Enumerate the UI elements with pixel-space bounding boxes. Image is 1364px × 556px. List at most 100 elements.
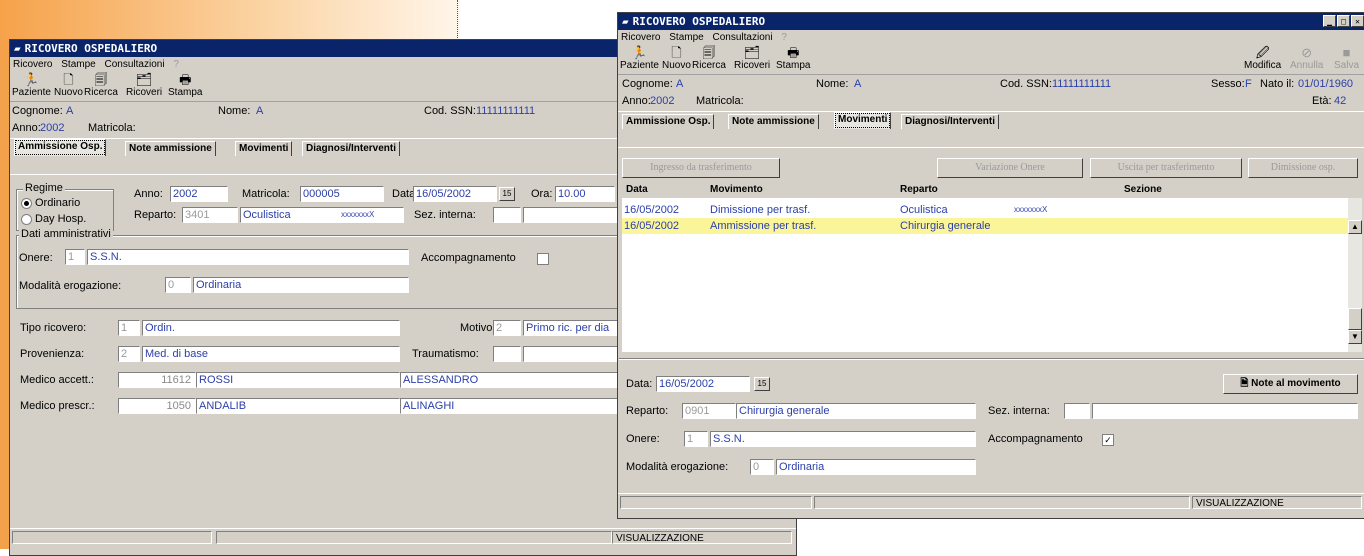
tab-movimenti[interactable]: Movimenti [235, 141, 293, 156]
anno-field[interactable]: 2002 [170, 186, 228, 202]
table-row[interactable]: 16/05/2002 Dimissione per trasf. Oculist… [622, 202, 1348, 218]
data-field[interactable]: 16/05/2002 [413, 186, 497, 202]
calendar-icon[interactable]: 15 [754, 377, 770, 391]
menu-help[interactable]: ? [781, 32, 787, 43]
tab-movimenti[interactable]: Movimenti [834, 112, 892, 129]
sez-code-field[interactable] [493, 207, 521, 223]
modalita-value-field[interactable]: Ordinaria [193, 277, 409, 293]
sez-name-field[interactable] [523, 207, 623, 223]
menu-consultazioni[interactable]: Consultazioni [105, 59, 165, 70]
medico-accett-code-field[interactable]: 11612 [118, 372, 196, 388]
tab-diagnosi[interactable]: Diagnosi/Interventi [302, 141, 401, 156]
dimissione-button[interactable]: Dimissione osp. [1248, 158, 1358, 178]
col-movimento: Movimento [710, 184, 763, 195]
detail-sez-name-field[interactable] [1092, 403, 1358, 419]
stampa-label: Stampa [776, 60, 811, 71]
detail-onere-value-field[interactable]: S.S.N. [710, 431, 976, 447]
paziente-button[interactable]: 🏃 Paziente [12, 73, 51, 99]
medico-accett-surname-field[interactable]: ROSSI [196, 372, 400, 388]
variazione-onere-button[interactable]: Variazione Onere [937, 158, 1083, 178]
tab-note-ammissione[interactable]: Note ammissione [125, 141, 216, 156]
paziente-button[interactable]: 🏃 Paziente [620, 46, 659, 72]
medico-prescr-name-field[interactable]: ALINAGHI [400, 398, 623, 414]
motivo-value-field[interactable]: Primo ric. per dia [523, 320, 623, 336]
note-movimento-button[interactable]: 🗎 Note al movimento [1223, 374, 1358, 394]
stampa-button[interactable]: 🖶 Stampa [776, 46, 811, 72]
tab-note-ammissione[interactable]: Note ammissione [728, 114, 819, 129]
front-window: ▰ RICOVERO OSPEDALIERO ▁ □ ✕ Ricovero Sta… [617, 12, 1364, 519]
tab-ammissione[interactable]: Ammissione Osp. [622, 114, 715, 129]
traumatismo-value-field[interactable] [523, 346, 623, 362]
ricoveri-button[interactable]: 🗂 Ricoveri [734, 45, 770, 72]
detail-accompagnamento-checkbox[interactable]: ✓ [1102, 434, 1114, 446]
medico-prescr-surname-field[interactable]: ANDALIB [196, 398, 400, 414]
reparto-extra-text: xxxxxxxX [341, 210, 375, 219]
scroll-up-icon[interactable]: ▲ [1348, 220, 1362, 234]
dayhosp-label: Day Hosp. [35, 213, 87, 225]
menu-ricovero[interactable]: Ricovero [13, 59, 52, 70]
scroll-down-icon[interactable]: ▼ [1348, 330, 1362, 344]
sesso-value: F [1245, 78, 1252, 90]
nuovo-button[interactable]: 🗋 Nuovo [54, 73, 83, 99]
tipo-code-field[interactable]: 1 [118, 320, 140, 336]
tipo-value-field[interactable]: Ordin. [142, 320, 400, 336]
grid-scrollbar[interactable]: ▲ ▼ [1348, 198, 1362, 352]
medico-prescr-code-field[interactable]: 1050 [118, 398, 196, 414]
detail-modalita-code-field[interactable]: 0 [750, 459, 774, 475]
detail-reparto-name-field[interactable]: Chirurgia generale [736, 403, 976, 419]
edit-icon: 🖉 [1255, 45, 1270, 60]
detail-data-field[interactable]: 16/05/2002 [656, 376, 750, 392]
ricoveri-button[interactable]: 🗂 Ricoveri [126, 73, 162, 99]
nato-label: Nato il: [1260, 78, 1295, 90]
minimize-icon[interactable]: ▁ [1323, 15, 1336, 27]
col-sezione: Sezione [1124, 184, 1162, 195]
cognome-value: A [676, 78, 684, 90]
medico-accett-name-field[interactable]: ALESSANDRO [400, 372, 623, 388]
close-icon[interactable]: ✕ [1351, 15, 1364, 27]
maximize-icon[interactable]: □ [1337, 15, 1350, 27]
ricerca-button[interactable]: 🗐 Ricerca [84, 73, 118, 99]
menu-stampe[interactable]: Stampe [669, 32, 703, 43]
radio-dayhosp[interactable]: Day Hosp. [21, 213, 86, 225]
table-row-selected[interactable]: 16/05/2002 Ammissione per trasf. Chirurg… [622, 218, 1348, 234]
modifica-button[interactable]: 🖉 Modifica [1244, 45, 1281, 72]
stampa-button[interactable]: 🖶 Stampa [168, 73, 202, 99]
folder-icon: 🗂 [743, 45, 761, 60]
reparto-code-field[interactable]: 3401 [182, 207, 238, 223]
reparto-name-field[interactable]: Oculistica xxxxxxxX [240, 207, 404, 223]
front-titlebar[interactable]: ▰ RICOVERO OSPEDALIERO ▁ □ ✕ [618, 13, 1364, 30]
provenienza-code-field[interactable]: 2 [118, 346, 140, 362]
ingresso-trasferimento-button[interactable]: Ingresso da trasferimento [622, 158, 780, 178]
nuovo-button[interactable]: 🗋 Nuovo [662, 46, 691, 72]
back-title: RICOVERO OSPEDALIERO [24, 42, 158, 55]
provenienza-value-field[interactable]: Med. di base [142, 346, 400, 362]
traumatismo-code-field[interactable] [493, 346, 521, 362]
detail-sez-code-field[interactable] [1064, 403, 1090, 419]
menu-ricovero[interactable]: Ricovero [621, 32, 660, 43]
detail-modalita-value-field[interactable]: Ordinaria [776, 459, 976, 475]
uscita-trasferimento-button[interactable]: Uscita per trasferimento [1090, 158, 1242, 178]
scroll-thumb[interactable] [1348, 308, 1362, 330]
onere-code-field[interactable]: 1 [65, 249, 85, 265]
motivo-code-field[interactable]: 2 [493, 320, 521, 336]
calendar-icon[interactable]: 15 [499, 187, 515, 201]
anno-label: Anno: [622, 95, 651, 107]
menu-stampe[interactable]: Stampe [61, 59, 95, 70]
menu-help[interactable]: ? [173, 59, 179, 70]
tab-diagnosi[interactable]: Diagnosi/Interventi [901, 114, 1000, 129]
modalita-code-field[interactable]: 0 [165, 277, 191, 293]
nome-label: Nome: [816, 78, 849, 90]
ricerca-button[interactable]: 🗐 Ricerca [692, 46, 726, 72]
ora-field[interactable]: 10.00 [555, 186, 615, 202]
salva-button[interactable]: ■ Salva [1334, 46, 1359, 72]
annulla-button[interactable]: ⊘ Annulla [1290, 46, 1323, 72]
menu-consultazioni[interactable]: Consultazioni [713, 32, 773, 43]
onere-value-field[interactable]: S.S.N. [87, 249, 409, 265]
accompagnamento-checkbox[interactable] [537, 253, 549, 265]
radio-ordinario[interactable]: Ordinario [21, 197, 80, 209]
detail-reparto-code-field[interactable]: 0901 [682, 403, 736, 419]
app-icon: ▰ [622, 15, 629, 28]
matricola-field[interactable]: 000005 [300, 186, 384, 202]
tab-ammissione[interactable]: Ammissione Osp. [14, 139, 107, 156]
detail-onere-code-field[interactable]: 1 [684, 431, 708, 447]
